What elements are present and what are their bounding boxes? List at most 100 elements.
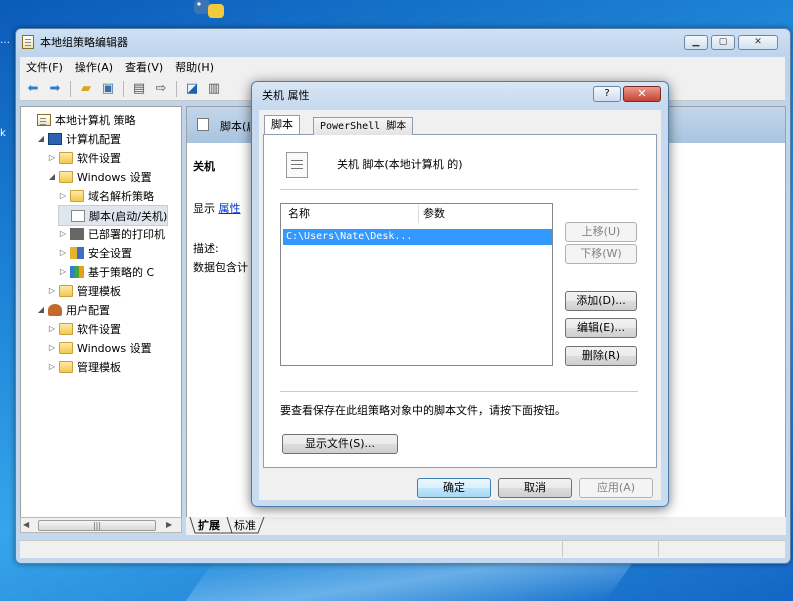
wallpaper-streak xyxy=(185,560,635,601)
remove-button[interactable]: 删除(R) xyxy=(565,346,637,366)
window-title: 本地组策略编辑器 xyxy=(40,36,128,49)
cancel-button[interactable]: 取消 xyxy=(498,478,572,498)
column-header-name[interactable]: 名称 xyxy=(288,204,310,224)
tree-item[interactable]: 本地计算机 策略 xyxy=(25,110,136,129)
move-up-button[interactable]: 上移(U) xyxy=(565,222,637,242)
python-icon[interactable] xyxy=(190,0,230,20)
show-hide-tree-icon[interactable]: ▣ xyxy=(99,80,117,98)
dialog-heading: 关机 脚本(本地计算机 的) xyxy=(337,158,463,171)
menu-help[interactable]: 帮助(H) xyxy=(169,59,220,75)
tree-node-icon xyxy=(70,189,84,202)
tree-node-icon xyxy=(70,227,84,240)
tree-item-label: 管理模板 xyxy=(77,360,121,374)
tree-node-icon xyxy=(70,265,84,278)
tree-expander-icon[interactable]: ◢ xyxy=(47,172,57,181)
tree-item-label: 脚本(启动/关机) xyxy=(89,209,168,223)
tree-expander-icon[interactable]: ▷ xyxy=(58,267,68,276)
minimize-button[interactable]: ▁ xyxy=(684,35,708,50)
dialog-help-button[interactable]: ? xyxy=(593,86,621,102)
list-item[interactable]: C:\Users\Nate\Desk... xyxy=(283,229,552,245)
tree-item-label: Windows 设置 xyxy=(77,170,152,184)
scroll-right-arrow-icon[interactable]: ▶ xyxy=(166,520,172,529)
tree-item[interactable]: ▷ 管理模板 xyxy=(47,281,121,300)
tree-item[interactable]: ◢ 用户配置 xyxy=(36,300,110,319)
dialog-close-button[interactable]: ✕ xyxy=(623,86,661,102)
tree-item[interactable]: 脚本(启动/关机) xyxy=(58,205,169,226)
tab-powershell-scripts[interactable]: PowerShell 脚本 xyxy=(313,117,414,135)
tree-item[interactable]: ▷ 基于策略的 C xyxy=(58,262,154,281)
tree-item[interactable]: ▷ 已部署的打印机 xyxy=(58,224,165,243)
tree-item-label: 计算机配置 xyxy=(66,132,121,146)
tree-expander-icon[interactable]: ▷ xyxy=(47,153,57,162)
tree-expander-icon[interactable]: ▷ xyxy=(58,191,68,200)
tree-node-icon xyxy=(59,322,73,335)
up-folder-icon[interactable]: ▰ xyxy=(77,80,95,98)
section-title: 关机 xyxy=(193,160,215,173)
add-button[interactable]: 添加(D)... xyxy=(565,291,637,311)
tree-node-icon xyxy=(59,284,73,297)
tree-hscroll-thumb[interactable]: ||| xyxy=(38,520,156,531)
scroll-left-arrow-icon[interactable]: ◀ xyxy=(23,520,29,529)
tree-item-label: 管理模板 xyxy=(77,284,121,298)
tree-item[interactable]: ▷ 软件设置 xyxy=(47,319,121,338)
scripts-list[interactable] xyxy=(280,203,553,366)
script-path: C:\Users\Nate\Desk... xyxy=(286,231,413,242)
forward-arrow-icon[interactable]: ➡ xyxy=(46,80,64,98)
export-list-icon[interactable]: ⇨ xyxy=(152,80,170,98)
tree-item-label: Windows 设置 xyxy=(77,341,152,355)
tree-item[interactable]: ◢ Windows 设置 xyxy=(47,167,152,186)
close-window-button[interactable]: ✕ xyxy=(738,35,778,50)
tree-node-icon xyxy=(59,341,73,354)
tree-item[interactable]: ▷ 管理模板 xyxy=(47,357,121,376)
tab-standard[interactable]: 标准 xyxy=(231,518,259,533)
desktop-icon-label-fragment: … xyxy=(0,35,10,46)
menu-view[interactable]: 查看(V) xyxy=(119,59,169,75)
tree-item[interactable]: ◢ 计算机配置 xyxy=(36,129,121,148)
properties-link[interactable]: 属性 xyxy=(219,202,241,215)
properties-icon[interactable]: ▤ xyxy=(130,80,148,98)
column-divider[interactable] xyxy=(418,205,419,223)
menu-bar: 文件(F) 操作(A) 查看(V) 帮助(H) xyxy=(20,57,785,77)
apply-button[interactable]: 应用(A) xyxy=(579,478,653,498)
tree-expander-icon[interactable]: ▷ xyxy=(58,229,68,238)
dialog-title: 关机 属性 xyxy=(262,89,310,102)
tree-expander-icon[interactable]: ▷ xyxy=(47,286,57,295)
show-files-button[interactable]: 显示文件(S)... xyxy=(282,434,398,454)
action-pane-icon[interactable]: ▥ xyxy=(205,80,223,98)
tree-node-icon xyxy=(48,303,62,316)
help-icon[interactable]: ◪ xyxy=(183,80,201,98)
toolbar-separator xyxy=(176,80,177,97)
ok-button[interactable]: 确定 xyxy=(417,478,491,498)
tree-item[interactable]: ▷ 软件设置 xyxy=(47,148,121,167)
back-arrow-icon[interactable]: ⬅ xyxy=(24,80,42,98)
tree-item[interactable]: ▷ 域名解析策略 xyxy=(58,186,154,205)
status-divider xyxy=(562,541,563,557)
tree-item[interactable]: ▷ 安全设置 xyxy=(58,243,132,262)
tree-expander-icon[interactable]: ◢ xyxy=(36,305,46,314)
script-icon xyxy=(197,118,209,131)
tree-expander-icon[interactable]: ▷ xyxy=(47,324,57,333)
tree-item-label: 基于策略的 C xyxy=(88,265,155,279)
edit-button[interactable]: 编辑(E)... xyxy=(565,318,637,338)
tree-item-label: 已部署的打印机 xyxy=(88,227,165,241)
move-down-button[interactable]: 下移(W) xyxy=(565,244,637,264)
tree-node-icon xyxy=(59,170,73,183)
tree-expander-icon[interactable]: ◢ xyxy=(36,134,46,143)
tree-node-icon xyxy=(48,132,62,145)
toolbar-separator xyxy=(123,80,124,97)
show-properties-line: 显示 属性 xyxy=(193,200,241,216)
tab-extended[interactable]: 扩展 xyxy=(195,518,223,533)
tree-expander-icon[interactable]: ▷ xyxy=(47,362,57,371)
tree-expander-icon[interactable]: ▷ xyxy=(58,248,68,257)
menu-action[interactable]: 操作(A) xyxy=(69,59,119,75)
script-document-icon xyxy=(286,152,308,178)
tree-node-icon xyxy=(70,246,84,259)
separator xyxy=(280,391,638,392)
tab-scripts[interactable]: 脚本 xyxy=(264,115,300,134)
column-header-params[interactable]: 参数 xyxy=(423,204,445,224)
tree-item-label: 本地计算机 策略 xyxy=(55,113,136,127)
maximize-button[interactable]: ▢ xyxy=(711,35,735,50)
tree-expander-icon[interactable]: ▷ xyxy=(47,343,57,352)
tree-item[interactable]: ▷ Windows 设置 xyxy=(47,338,152,357)
menu-file[interactable]: 文件(F) xyxy=(20,59,69,75)
